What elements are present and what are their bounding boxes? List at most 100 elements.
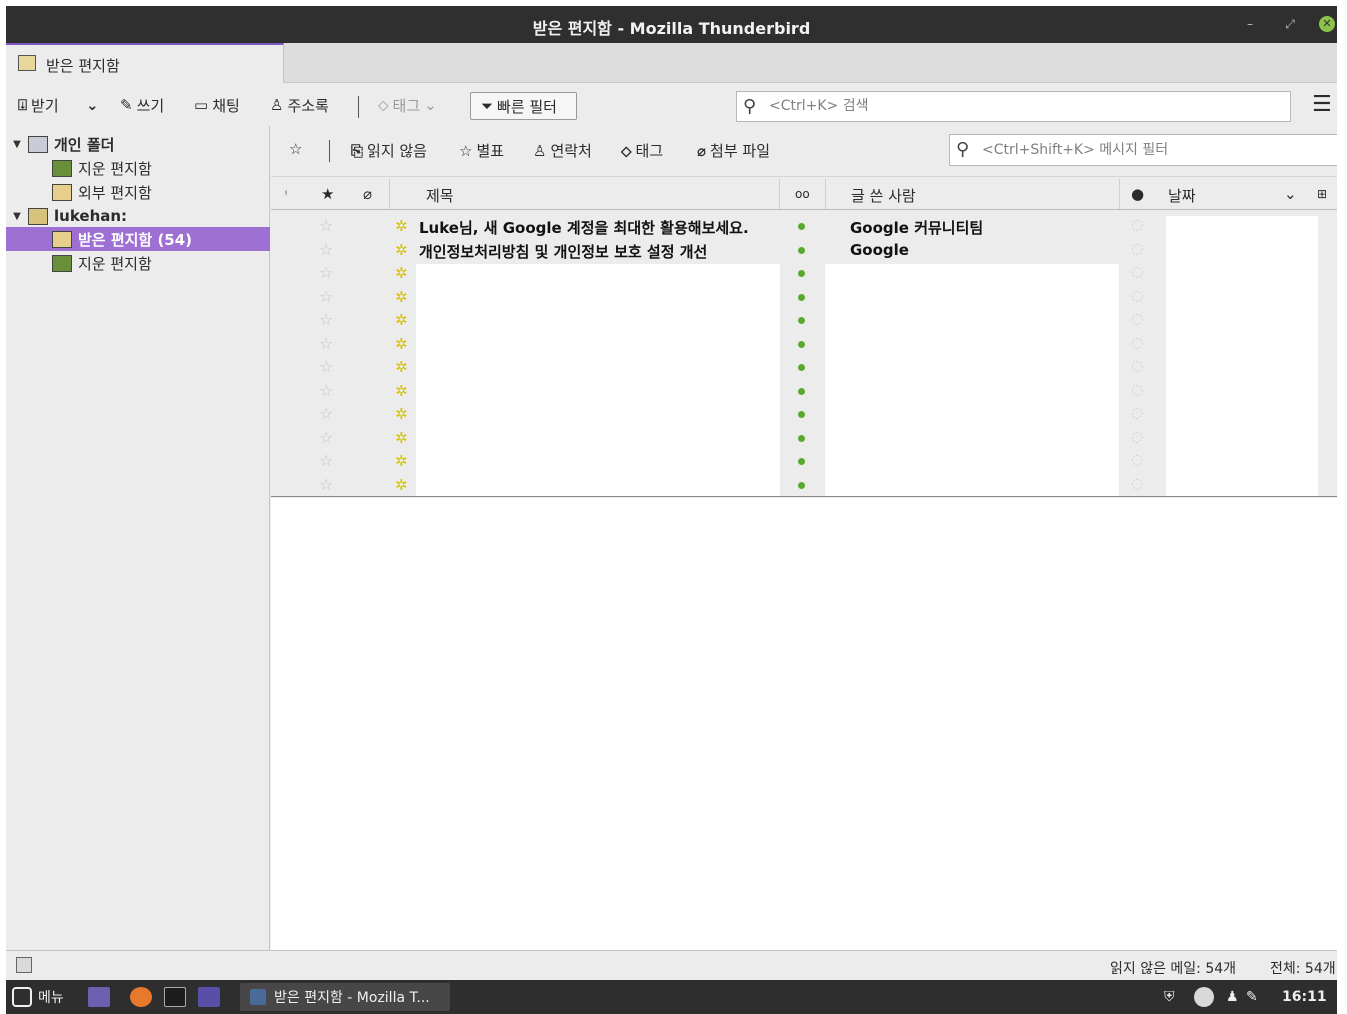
- star-icon[interactable]: ☆: [319, 381, 333, 400]
- table-row[interactable]: ☆ ✲ ◌: [271, 356, 1337, 380]
- star-icon[interactable]: ☆: [319, 475, 333, 494]
- files-launcher[interactable]: [198, 986, 220, 1008]
- global-search[interactable]: ⚲: [736, 91, 1291, 122]
- clock[interactable]: 16:11: [1282, 986, 1327, 1008]
- sticky-filter-button[interactable]: ☆: [289, 140, 302, 158]
- star-icon[interactable]: ☆: [319, 310, 333, 329]
- tag-button[interactable]: ⬦ 태그 ⌄: [378, 94, 437, 116]
- read-status-dot[interactable]: [798, 317, 805, 324]
- search-input[interactable]: [769, 98, 1269, 114]
- read-status-dot[interactable]: [798, 246, 805, 254]
- folder-inbox[interactable]: 받은 편지함 (54): [6, 227, 270, 251]
- table-row[interactable]: ☆ ✲ 개인정보처리방침 및 개인정보 보호 설정 개선 Google ◌: [271, 239, 1337, 263]
- junk-status-icon[interactable]: ◌: [1131, 335, 1143, 351]
- star-icon[interactable]: ☆: [319, 357, 333, 376]
- table-row[interactable]: ☆ ✲ ◌: [271, 427, 1337, 451]
- pen-icon[interactable]: ✎: [1246, 986, 1258, 1008]
- column-picker-icon[interactable]: ⊞: [1317, 187, 1327, 201]
- table-row[interactable]: ☆ ✲ ◌: [271, 286, 1337, 310]
- maximize-button[interactable]: ⤢: [1282, 16, 1298, 32]
- junk-status-icon[interactable]: ◌: [1131, 476, 1143, 492]
- user-icon[interactable]: ♟: [1226, 986, 1239, 1008]
- table-row[interactable]: ☆ ✲ ◌: [271, 450, 1337, 474]
- read-status-dot[interactable]: [798, 364, 805, 371]
- table-row[interactable]: ☆ ✲ ◌: [271, 380, 1337, 404]
- junk-column-icon[interactable]: ●: [1131, 185, 1144, 203]
- junk-status-icon[interactable]: ◌: [1131, 405, 1143, 421]
- table-row[interactable]: ☆ ✲ ◌: [271, 262, 1337, 286]
- message-filter-search[interactable]: ⚲: [949, 134, 1337, 166]
- app-menu-button[interactable]: ☰: [1312, 92, 1332, 117]
- junk-status-icon[interactable]: ◌: [1131, 217, 1143, 233]
- read-status-dot[interactable]: [798, 223, 805, 230]
- taskbar-window-thunderbird[interactable]: 받은 편지함 - Mozilla T...: [240, 983, 450, 1011]
- firefox-launcher[interactable]: [130, 986, 152, 1008]
- quick-filter-button[interactable]: ⏷ 빠른 필터: [470, 92, 577, 120]
- thread-column-icon[interactable]: ᵎ: [285, 187, 287, 201]
- junk-status-icon[interactable]: ◌: [1131, 241, 1143, 257]
- twisty-icon[interactable]: ▼: [12, 139, 22, 150]
- star-icon[interactable]: ☆: [319, 263, 333, 282]
- chat-button[interactable]: ▭ 채팅: [194, 94, 240, 116]
- star-icon[interactable]: ☆: [319, 404, 333, 423]
- folder-outbox[interactable]: 외부 편지함: [6, 180, 270, 204]
- star-icon[interactable]: ☆: [319, 451, 333, 470]
- get-messages-dropdown[interactable]: ⌄: [86, 94, 99, 116]
- start-menu-button[interactable]: 메뉴: [12, 986, 64, 1008]
- folder-trash[interactable]: 지운 편지함: [6, 251, 270, 275]
- minimize-button[interactable]: –: [1242, 16, 1258, 32]
- read-status-dot[interactable]: [798, 434, 805, 442]
- read-status-dot[interactable]: [798, 411, 805, 418]
- contact-filter-button[interactable]: ♙ 연락처: [533, 140, 592, 161]
- online-status-icon[interactable]: [16, 957, 32, 973]
- show-desktop-button[interactable]: [88, 986, 110, 1008]
- shield-icon[interactable]: ⛨: [1164, 986, 1175, 1008]
- network-icon[interactable]: [1194, 986, 1214, 1008]
- star-icon[interactable]: ☆: [319, 428, 333, 447]
- terminal-launcher[interactable]: [164, 986, 186, 1008]
- table-row[interactable]: ☆ ✲ ◌: [271, 474, 1337, 497]
- starred-filter-button[interactable]: ☆ 별표: [459, 140, 504, 161]
- tags-filter-button[interactable]: ⬦ 태그: [621, 140, 663, 161]
- star-column-icon[interactable]: ★: [321, 185, 334, 203]
- attachment-column-icon[interactable]: ⌀: [363, 185, 372, 203]
- junk-status-icon[interactable]: ◌: [1131, 452, 1143, 468]
- read-status-dot[interactable]: [798, 293, 805, 301]
- table-row[interactable]: ☆ ✲ ◌: [271, 309, 1337, 333]
- table-row[interactable]: ☆ ✲ ◌: [271, 403, 1337, 427]
- read-status-dot[interactable]: [798, 387, 805, 395]
- folder-local[interactable]: ▼ 개인 폴더: [6, 132, 270, 156]
- folder-account[interactable]: ▼ lukehan:: [6, 204, 270, 228]
- sort-chevron-icon[interactable]: ⌄: [1284, 185, 1297, 203]
- read-status-dot[interactable]: [798, 481, 805, 489]
- star-icon[interactable]: ☆: [319, 240, 333, 259]
- message-filter-input[interactable]: [982, 142, 1332, 158]
- junk-status-icon[interactable]: ◌: [1131, 382, 1143, 398]
- junk-status-icon[interactable]: ◌: [1131, 358, 1143, 374]
- date-column-header[interactable]: 날짜: [1168, 185, 1196, 206]
- read-status-dot[interactable]: [798, 340, 805, 348]
- attachment-filter-button[interactable]: ⌀ 첨부 파일: [697, 140, 770, 161]
- read-status-dot[interactable]: [798, 458, 805, 465]
- junk-status-icon[interactable]: ◌: [1131, 429, 1143, 445]
- get-messages-button[interactable]: ⍗ 받기: [18, 94, 59, 116]
- address-book-button[interactable]: ♙ 주소록: [270, 94, 329, 116]
- subject-column-header[interactable]: 제목: [426, 185, 454, 206]
- sender-column-header[interactable]: 글 쓴 사람: [851, 185, 916, 206]
- star-icon[interactable]: ☆: [319, 334, 333, 353]
- junk-status-icon[interactable]: ◌: [1131, 311, 1143, 327]
- unread-filter-button[interactable]: ⎘ 읽지 않음: [351, 140, 427, 161]
- junk-status-icon[interactable]: ◌: [1131, 264, 1143, 280]
- table-row[interactable]: ☆ ✲ ◌: [271, 333, 1337, 357]
- close-button[interactable]: ✕: [1319, 16, 1335, 32]
- star-icon[interactable]: ☆: [319, 216, 333, 235]
- read-status-dot[interactable]: [798, 270, 805, 277]
- twisty-icon[interactable]: ▼: [12, 211, 22, 222]
- read-column-icon[interactable]: oo: [795, 187, 810, 201]
- junk-status-icon[interactable]: ◌: [1131, 288, 1143, 304]
- table-row[interactable]: ☆ ✲ Luke님, 새 Google 계정을 최대한 활용해보세요. Goog…: [271, 215, 1337, 239]
- star-icon[interactable]: ☆: [319, 287, 333, 306]
- folder-local-trash[interactable]: 지운 편지함: [6, 156, 270, 180]
- write-button[interactable]: ✎ 쓰기: [120, 94, 164, 116]
- tab-inbox[interactable]: 받은 편지함: [6, 43, 284, 83]
